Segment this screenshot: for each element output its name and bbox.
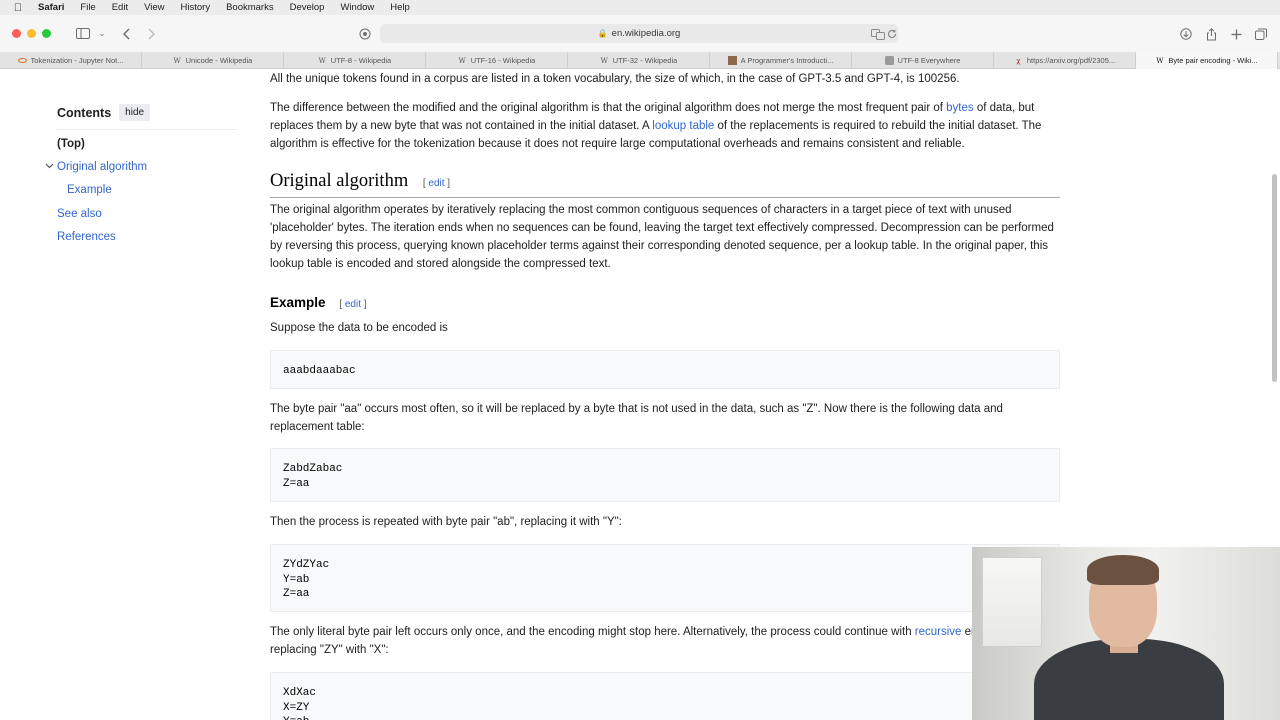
tab-arxiv-pdf[interactable]: χ https://arxiv.org/pdf/2305... — [994, 52, 1136, 69]
menu-window[interactable]: Window — [340, 2, 374, 13]
text: The only literal byte pair left occurs o… — [270, 626, 915, 638]
code-block-step1: ZabdZabac Z=aa — [270, 448, 1060, 502]
menu-history[interactable]: History — [181, 2, 211, 13]
tab-utf8-everywhere[interactable]: UTF-8 Everywhere — [852, 52, 994, 69]
zoom-window-button[interactable] — [42, 29, 51, 38]
menu-bar:  Safari File Edit View History Bookmark… — [0, 0, 1280, 15]
section-heading-example: Example [ edit ] — [270, 294, 367, 314]
tab-utf16-wikipedia[interactable]: W UTF-16 - Wikipedia — [426, 52, 568, 69]
code-block-step2: ZYdZYac Y=ab Z=aa — [270, 544, 1060, 612]
privacy-report-icon[interactable] — [357, 26, 373, 42]
wikipedia-icon: W — [458, 56, 466, 65]
close-window-button[interactable] — [12, 29, 21, 38]
tab-label: https://arxiv.org/pdf/2305... — [1026, 56, 1116, 65]
downloads-icon[interactable] — [1178, 26, 1194, 42]
toc-item-original-algorithm[interactable]: Original algorithm — [45, 161, 148, 173]
share-icon[interactable] — [1203, 26, 1219, 42]
menu-file[interactable]: File — [80, 2, 95, 13]
tab-label: A Programmer's Introducti... — [740, 56, 834, 65]
edit-link[interactable]: edit — [345, 299, 361, 310]
tab-label: UTF-8 Everywhere — [897, 56, 961, 65]
wikipedia-icon: W — [318, 56, 326, 65]
tab-bar: Tokenization - Jupyter Not... W Unicode … — [0, 52, 1280, 69]
toc-title: Contents — [57, 105, 112, 120]
paragraph-replace-ab: Then the process is repeated with byte p… — [270, 516, 622, 528]
code-block-original: aaabdaaabac — [270, 350, 1060, 389]
tab-label: Tokenization - Jupyter Not... — [30, 56, 124, 65]
scrollbar[interactable] — [1272, 174, 1277, 382]
webcam-overlay — [972, 547, 1280, 720]
menu-develop[interactable]: Develop — [290, 2, 325, 13]
toc-item-example[interactable]: Example — [67, 184, 112, 196]
forward-button[interactable] — [143, 24, 159, 44]
edit-link[interactable]: edit — [428, 178, 444, 189]
toc-header: Contents hide — [57, 104, 237, 130]
apple-icon[interactable]:  — [12, 2, 24, 14]
tab-byte-pair-encoding[interactable]: W Byte pair encoding - Wiki... — [1136, 52, 1278, 69]
menu-app-safari[interactable]: Safari — [38, 2, 64, 13]
tab-label: UTF-8 - Wikipedia — [330, 56, 392, 65]
jupyter-icon — [17, 56, 27, 65]
tab-label: Byte pair encoding - Wiki... — [1168, 56, 1258, 65]
back-button[interactable] — [119, 24, 135, 44]
window-controls — [12, 29, 51, 38]
minimize-window-button[interactable] — [27, 29, 36, 38]
utf8everywhere-icon — [884, 56, 894, 65]
reload-icon[interactable] — [884, 26, 900, 42]
edit-section-link: [ edit ] — [339, 299, 367, 310]
link-recursive[interactable]: recursive — [915, 626, 962, 638]
browser-toolbar: ⌄ 🔒 en.wikipedia.org — [0, 15, 1280, 52]
section-heading-original-algorithm: Original algorithm [ edit ] — [270, 172, 1060, 198]
paragraph-difference: The difference between the modified and … — [270, 99, 1060, 153]
new-tab-icon[interactable] — [1228, 26, 1244, 42]
paragraph-recursive: The only literal byte pair left occurs o… — [270, 623, 1060, 659]
link-bytes[interactable]: bytes — [946, 102, 974, 114]
toc-item-top[interactable]: (Top) — [57, 138, 85, 150]
tab-utf32-wikipedia[interactable]: W UTF-32 - Wikipedia — [568, 52, 710, 69]
arxiv-icon: χ — [1016, 56, 1021, 65]
tab-label: UTF-32 - Wikipedia — [612, 56, 678, 65]
menu-view[interactable]: View — [144, 2, 164, 13]
toc-item-references[interactable]: References — [57, 231, 116, 243]
wikipedia-icon: W — [1156, 56, 1164, 65]
link-lookup-table[interactable]: lookup table — [652, 120, 714, 132]
menu-help[interactable]: Help — [390, 2, 410, 13]
wikipedia-icon: W — [600, 56, 608, 65]
tab-overview-icon[interactable] — [1253, 26, 1269, 42]
toc-item-label: Original algorithm — [57, 161, 148, 173]
tab-label: UTF-16 - Wikipedia — [470, 56, 536, 65]
toc-item-see-also[interactable]: See also — [57, 208, 102, 220]
sidebar-toggle-icon[interactable] — [69, 24, 97, 44]
paragraph-token-vocabulary: All the unique tokens found in a corpus … — [270, 73, 960, 85]
article-icon — [727, 56, 737, 65]
tab-label: Unicode - Wikipedia — [185, 56, 253, 65]
paragraph-suppose: Suppose the data to be encoded is — [270, 322, 448, 334]
paragraph-original-algorithm: The original algorithm operates by itera… — [270, 204, 1054, 270]
menu-bookmarks[interactable]: Bookmarks — [226, 2, 274, 13]
paragraph-replace-aa: The byte pair "aa" occurs most often, so… — [270, 403, 1003, 433]
heading-text: Original algorithm — [270, 171, 409, 191]
chevron-down-icon[interactable] — [45, 161, 54, 172]
toc-hide-button[interactable]: hide — [119, 104, 151, 121]
tab-tokenization-jupyter[interactable]: Tokenization - Jupyter Not... — [0, 52, 142, 69]
tab-utf8-wikipedia[interactable]: W UTF-8 - Wikipedia — [284, 52, 426, 69]
heading-text: Example — [270, 295, 326, 310]
code-block-step3: XdXac X=ZY Y=ab — [270, 672, 1060, 720]
text: The difference between the modified and … — [270, 102, 947, 114]
menu-edit[interactable]: Edit — [112, 2, 128, 13]
tab-programmers-intro[interactable]: A Programmer's Introducti... — [710, 52, 852, 69]
chevron-down-icon[interactable]: ⌄ — [97, 24, 107, 44]
wikipedia-icon: W — [173, 56, 181, 65]
table-of-contents: Contents hide (Top) Original algorithm E… — [45, 104, 237, 243]
lock-icon: 🔒 — [597, 29, 608, 38]
address-text: en.wikipedia.org — [611, 28, 681, 39]
edit-section-link: [ edit ] — [422, 178, 451, 189]
address-bar[interactable]: 🔒 en.wikipedia.org — [380, 24, 898, 43]
tab-unicode-wikipedia[interactable]: W Unicode - Wikipedia — [142, 52, 284, 69]
